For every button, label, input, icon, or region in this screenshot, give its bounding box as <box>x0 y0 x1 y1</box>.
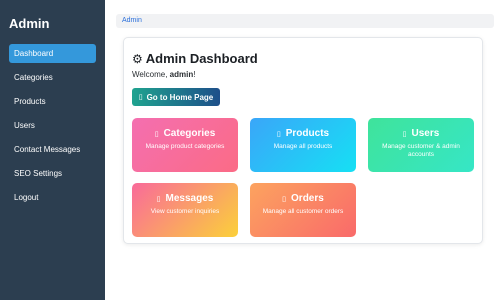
sidebar-item-dashboard[interactable]: Dashboard <box>9 44 96 63</box>
page-title-text: Admin Dashboard <box>145 51 258 66</box>
tile-orders-desc: Manage all customer orders <box>262 208 344 215</box>
sidebar-item-products[interactable]: Products <box>9 92 96 111</box>
tile-products[interactable]: ▯ Products Manage all products <box>250 118 356 172</box>
welcome-message: Welcome, admin! <box>132 70 195 79</box>
sidebar-item-categories[interactable]: Categories <box>9 68 96 87</box>
tile-categories-title: Categories <box>163 128 216 139</box>
tile-users-desc: Manage customer & admin accounts <box>382 143 460 158</box>
sidebar-item-seo-settings[interactable]: SEO Settings <box>9 164 96 183</box>
page-title: ⚙ Admin Dashboard <box>132 51 258 66</box>
envelope-icon: ▯ <box>156 195 161 203</box>
go-home-button-label: Go to Home Page <box>146 92 214 102</box>
tile-messages[interactable]: ▯ Messages View customer inquiries <box>132 183 238 237</box>
tile-products-desc: Manage all products <box>273 143 333 150</box>
tile-messages-desc: View customer inquiries <box>150 208 220 215</box>
sidebar-nav: Dashboard Categories Products Users Cont… <box>0 44 105 212</box>
tile-users[interactable]: ▯ Users Manage customer & admin accounts <box>368 118 474 172</box>
breadcrumb-link-admin[interactable]: Admin <box>122 17 142 24</box>
box-icon: ▯ <box>276 130 281 138</box>
dashboard-card: ⚙ Admin Dashboard Welcome, admin! ▯ Go t… <box>123 37 483 244</box>
sidebar-item-users[interactable]: Users <box>9 116 96 135</box>
tile-categories-desc: Manage product categories <box>145 143 225 150</box>
breadcrumb: Admin <box>116 14 494 28</box>
tag-icon: ▯ <box>154 130 159 138</box>
tile-orders-title: Orders <box>291 193 324 204</box>
gear-icon: ⚙ <box>132 51 143 66</box>
tile-products-title: Products <box>285 128 330 139</box>
tile-categories[interactable]: ▯ Categories Manage product categories <box>132 118 238 172</box>
sidebar-item-logout[interactable]: Logout <box>9 188 96 207</box>
tile-messages-title: Messages <box>165 193 214 204</box>
cart-icon: ▯ <box>282 195 287 203</box>
welcome-suffix: ! <box>193 70 196 79</box>
users-icon: ▯ <box>402 130 407 138</box>
tile-orders[interactable]: ▯ Orders Manage all customer orders <box>250 183 356 237</box>
tile-users-title: Users <box>411 128 440 139</box>
sidebar: Admin Dashboard Categories Products User… <box>0 0 105 300</box>
brand-title: Admin <box>9 16 50 31</box>
home-icon: ▯ <box>138 94 143 101</box>
main-content: Admin ⚙ Admin Dashboard Welcome, admin! … <box>105 0 494 300</box>
sidebar-item-contact-messages[interactable]: Contact Messages <box>9 140 96 159</box>
go-home-button[interactable]: ▯ Go to Home Page <box>132 88 220 106</box>
welcome-username: admin <box>169 70 194 79</box>
welcome-prefix: Welcome, <box>132 70 170 79</box>
